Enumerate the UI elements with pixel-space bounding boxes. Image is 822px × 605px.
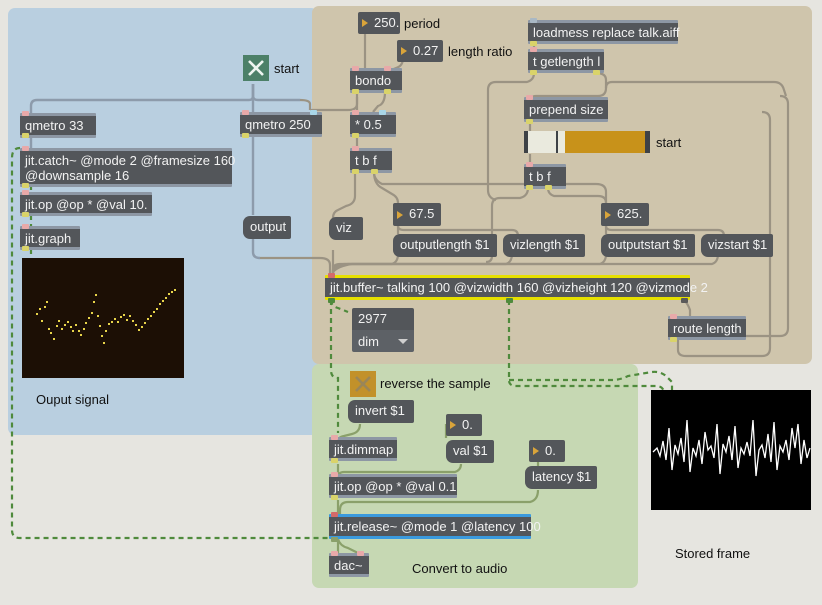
- outlet: [331, 537, 338, 542]
- object-jit-op-mul10[interactable]: jit.op @op * @val 10.: [20, 192, 152, 216]
- message-invert[interactable]: invert $1: [348, 400, 414, 423]
- object-jit-catch[interactable]: jit.catch~ @mode 2 @framesize 160 @downs…: [20, 148, 235, 187]
- outlet: [670, 337, 677, 342]
- inlet: [379, 110, 386, 115]
- outlet: [384, 89, 391, 94]
- number-period[interactable]: 250.: [358, 12, 400, 34]
- inlet: [22, 111, 29, 116]
- outlet: [545, 185, 552, 190]
- max-patcher-canvas: start qmetro 33 jit.catch~ @mode 2 @fram…: [0, 0, 822, 605]
- inlet: [22, 146, 29, 151]
- number-output-length[interactable]: 67.5: [393, 203, 441, 226]
- signal-plot: [36, 289, 176, 344]
- outlet: [22, 183, 29, 188]
- umenu-dim[interactable]: dim: [352, 330, 414, 352]
- message-latency[interactable]: latency $1: [525, 466, 597, 489]
- caption-output-signal: Ouput signal: [36, 392, 109, 407]
- waveform-plot: [652, 419, 811, 477]
- slider-mid-region: [557, 131, 566, 153]
- outlet: [331, 495, 338, 500]
- caption-stored-frame: Stored frame: [675, 546, 751, 561]
- outlet: [506, 298, 513, 303]
- toggle-reverse-sample[interactable]: [350, 371, 376, 397]
- message-val[interactable]: val $1: [446, 440, 494, 463]
- number-val[interactable]: 0.: [446, 414, 482, 436]
- inlet: [22, 224, 29, 229]
- object-jit-op-mul01[interactable]: jit.op @op * @val 0.1: [329, 474, 457, 498]
- start-range-slider[interactable]: [524, 131, 650, 153]
- outlet: [352, 89, 359, 94]
- output-signal-display: [22, 258, 184, 378]
- inlet: [384, 66, 391, 71]
- outlet: [526, 185, 533, 190]
- outlet: [22, 133, 29, 138]
- inlet: [310, 110, 317, 115]
- inlet: [526, 162, 533, 167]
- message-vizstart[interactable]: vizstart $1: [701, 234, 773, 257]
- object-jit-graph[interactable]: jit.graph: [20, 226, 80, 250]
- x-mark-icon: [248, 60, 264, 76]
- number-output-start[interactable]: 625.: [601, 203, 649, 226]
- chevron-down-icon: [398, 338, 408, 344]
- outlet: [352, 133, 359, 138]
- object-loadmess[interactable]: loadmess replace talk.aiff: [528, 20, 679, 44]
- comment-length-ratio: length ratio: [448, 44, 513, 59]
- umenu-label: dim: [358, 333, 379, 349]
- slider-high-region: [565, 131, 645, 153]
- inlet: [526, 95, 533, 100]
- object-jit-release[interactable]: jit.release~ @mode 1 @latency 100: [329, 514, 541, 539]
- inlet: [242, 110, 249, 115]
- outlet: [242, 133, 249, 138]
- inlet: [670, 314, 677, 319]
- message-outputstart[interactable]: outputstart $1: [601, 234, 695, 257]
- toggle-start[interactable]: [243, 55, 269, 81]
- object-prepend-size[interactable]: prepend size: [524, 97, 608, 122]
- outlet: [681, 298, 688, 303]
- number-latency[interactable]: 0.: [529, 440, 565, 462]
- outlet: [22, 246, 29, 251]
- stored-frame-display: [651, 390, 811, 510]
- x-mark-icon: [355, 376, 371, 392]
- inlet: [352, 66, 359, 71]
- inlet: [530, 18, 537, 23]
- message-vizlength[interactable]: vizlength $1: [503, 234, 585, 257]
- object-jit-dimmap[interactable]: jit.dimmap: [329, 437, 397, 461]
- number-display-dim-size[interactable]: 2977: [352, 308, 414, 330]
- inlet: [352, 110, 359, 115]
- inlet: [352, 146, 359, 151]
- message-output[interactable]: output: [243, 216, 291, 239]
- outlet: [530, 41, 537, 46]
- message-viz[interactable]: viz: [329, 217, 363, 240]
- outlet: [530, 70, 537, 75]
- outlet: [371, 169, 378, 174]
- comment-start-toggle: start: [274, 61, 300, 76]
- outlet: [22, 212, 29, 217]
- comment-convert-to-audio: Convert to audio: [412, 561, 508, 576]
- inlet: [22, 190, 29, 195]
- object-qmetro-250[interactable]: qmetro 250: [240, 112, 322, 137]
- outlet: [331, 458, 338, 463]
- comment-start-slider: start: [656, 135, 682, 150]
- comment-period: period: [404, 16, 441, 31]
- object-dac[interactable]: dac~: [329, 553, 369, 577]
- object-route-length[interactable]: route length: [668, 316, 746, 340]
- inlet: [331, 551, 338, 556]
- object-jit-buffer[interactable]: jit.buffer~ talking 100 @vizwidth 160 @v…: [325, 275, 708, 300]
- inlet: [530, 47, 537, 52]
- outlet: [352, 169, 359, 174]
- inlet: [357, 551, 364, 556]
- number-length-ratio[interactable]: 0.27: [397, 40, 443, 62]
- comment-reverse-sample: reverse the sample: [380, 376, 491, 391]
- inlet: [331, 512, 338, 517]
- inlet: [331, 472, 338, 477]
- message-outputlength[interactable]: outputlength $1: [393, 234, 497, 257]
- outlet: [593, 70, 600, 75]
- inlet: [328, 273, 335, 278]
- slider-low-region: [528, 131, 556, 153]
- outlet: [526, 119, 533, 124]
- object-qmetro-33[interactable]: qmetro 33: [20, 113, 96, 138]
- inlet: [331, 435, 338, 440]
- outlet: [328, 298, 335, 303]
